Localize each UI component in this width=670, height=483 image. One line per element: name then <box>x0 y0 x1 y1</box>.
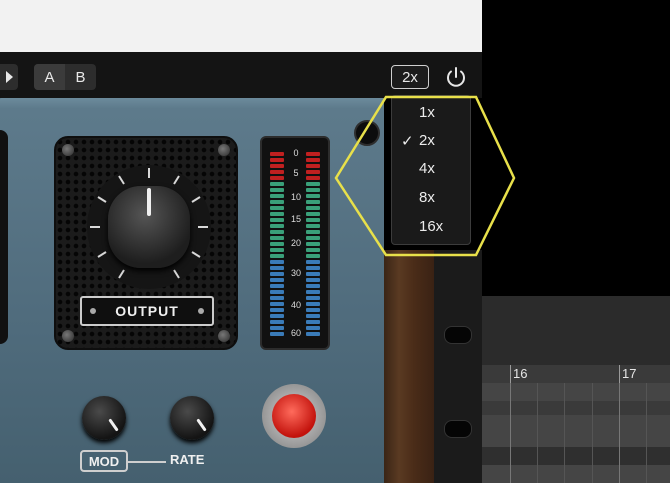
output-label-plate: OUTPUT <box>80 296 214 326</box>
highlight-hexagon <box>334 95 516 257</box>
meter-label: 30 <box>290 268 301 278</box>
left-module-edge <box>0 130 8 344</box>
screw-icon <box>218 330 230 342</box>
grid-line <box>537 383 538 483</box>
rate-knob-indicator <box>196 418 207 432</box>
play-button[interactable] <box>0 64 18 90</box>
panel-top-edge <box>0 98 384 108</box>
grid-line <box>646 383 647 483</box>
power-button[interactable] <box>444 65 468 89</box>
plate-rivet-icon <box>90 308 96 314</box>
timeline-ruler[interactable]: 16 17 <box>482 365 670 383</box>
rate-label: RATE <box>170 452 205 467</box>
grid-line <box>592 383 593 483</box>
mod-label: MOD <box>80 450 128 472</box>
power-icon <box>447 67 465 87</box>
plate-rivet-icon <box>198 308 204 314</box>
meter-label: 5 <box>293 168 299 178</box>
host-titlebar-area <box>0 0 482 52</box>
output-label: OUTPUT <box>115 303 179 319</box>
ab-compare-toggle: A B <box>34 64 96 90</box>
grid-line <box>619 383 620 483</box>
red-jewel-button[interactable] <box>272 394 316 438</box>
b-button[interactable]: B <box>65 64 96 90</box>
meter-label: 15 <box>290 214 301 224</box>
screw-icon <box>218 144 230 156</box>
meter-right-channel <box>306 152 320 340</box>
a-button[interactable]: A <box>34 64 65 90</box>
output-knob-indicator <box>147 188 151 216</box>
meter-label: 20 <box>290 238 301 248</box>
wood-side-panel <box>384 250 434 483</box>
bar-number-17: 17 <box>622 366 637 381</box>
mod-knob[interactable] <box>82 396 126 440</box>
rack-slot-icon <box>444 420 472 438</box>
meter-label: 10 <box>290 192 301 202</box>
plugin-header: A B 2x <box>0 52 482 98</box>
meter-label: 40 <box>290 300 301 310</box>
meter-left-channel <box>270 152 284 340</box>
track-lanes[interactable] <box>482 383 670 483</box>
grid-line <box>564 383 565 483</box>
screw-icon <box>62 330 74 342</box>
oversample-button[interactable]: 2x <box>391 65 429 89</box>
grid-line <box>510 383 511 483</box>
rack-slot-icon <box>444 326 472 344</box>
mod-rate-connector <box>128 461 166 463</box>
meter-label: 60 <box>290 328 301 338</box>
rate-knob[interactable] <box>170 396 214 440</box>
play-arrow-icon <box>5 71 13 83</box>
rack-rail <box>434 250 482 483</box>
mod-knob-indicator <box>108 418 119 432</box>
meter-label: 0 <box>293 148 299 158</box>
screw-icon <box>62 144 74 156</box>
level-meter: 0 5 10 15 20 30 40 60 <box>260 136 330 350</box>
bar-number-16: 16 <box>513 366 528 381</box>
